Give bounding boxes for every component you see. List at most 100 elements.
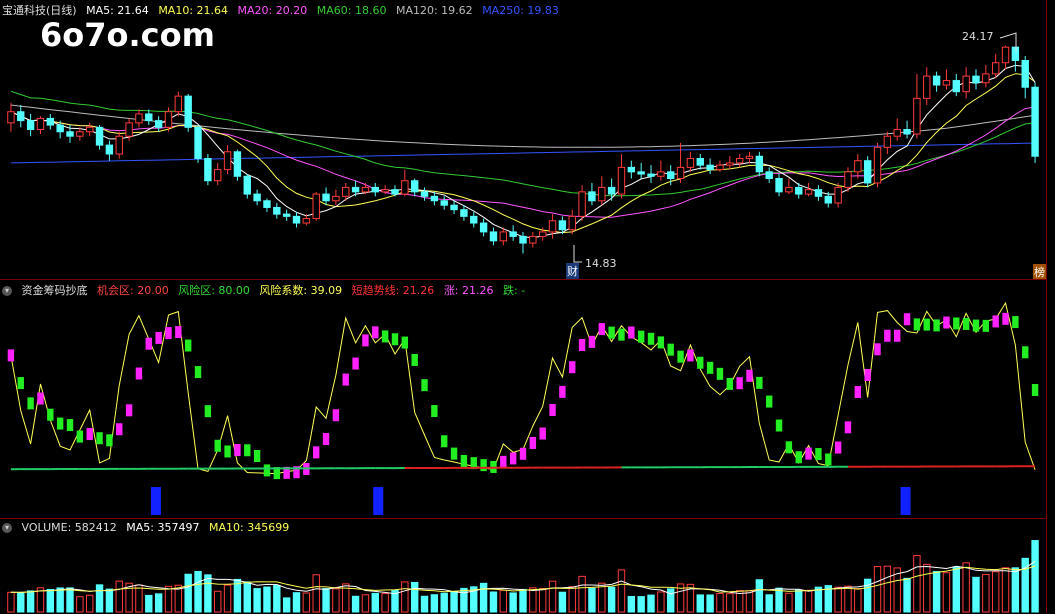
candle-body: [766, 172, 772, 179]
collapse-icon[interactable]: ▾: [2, 523, 12, 533]
collapse-icon[interactable]: ▾: [2, 286, 12, 296]
rise-block: [736, 377, 742, 389]
fall-block: [707, 362, 713, 374]
volume-bar: [963, 563, 969, 612]
volume-bar: [796, 590, 802, 612]
candle-body: [776, 179, 782, 192]
ma20-label: MA20: 20.20: [238, 4, 308, 17]
candle-body: [648, 174, 654, 176]
fall-block: [411, 354, 417, 366]
fall-block: [776, 420, 782, 432]
indicator-panel[interactable]: ▾ 资金筹码抄底 机会区: 20.00 风险区: 80.00 风险系数: 39.…: [0, 279, 1046, 518]
rise-block: [343, 374, 349, 386]
candle-body: [530, 236, 536, 243]
candle-body: [589, 192, 595, 201]
volume-bar: [914, 556, 920, 612]
rise-block: [323, 433, 329, 445]
fall-block: [96, 432, 102, 444]
volume-bar: [658, 592, 664, 612]
volume-bar: [707, 595, 713, 612]
volume-bar: [8, 592, 14, 612]
fall-block: [451, 448, 457, 460]
volume-bar: [973, 577, 979, 612]
ma60-label: MA60: 18.60: [317, 4, 387, 17]
candle-body: [668, 172, 674, 179]
volume-bar: [185, 574, 191, 612]
volume-bar: [786, 593, 792, 612]
volume-bar: [746, 591, 752, 612]
candle-body: [87, 127, 93, 131]
candle-body: [303, 219, 309, 223]
candle-body: [274, 207, 280, 214]
right-scrollbar[interactable]: [1046, 0, 1055, 613]
fall-block: [914, 318, 920, 330]
volume-bar: [215, 591, 221, 612]
fall-block: [205, 405, 211, 417]
volume-bar: [96, 585, 102, 612]
volume-bar: [943, 573, 949, 612]
volume-bar: [648, 595, 654, 612]
trend-label: 短趋势线: 21.26: [352, 284, 435, 297]
candle-body: [1002, 47, 1008, 63]
fall-block: [421, 379, 427, 391]
rank-tag[interactable]: 榜: [1033, 264, 1046, 280]
fall-block: [431, 405, 437, 417]
candle-body: [618, 167, 624, 194]
candle-body: [599, 187, 605, 200]
price-panel[interactable]: 宝通科技(日线) MA5: 21.64 MA10: 21.64 MA20: 20…: [0, 0, 1046, 278]
fall-block: [1012, 316, 1018, 328]
volume-bar: [599, 583, 605, 612]
fall-block: [618, 329, 624, 341]
volume-bar: [146, 595, 152, 612]
volume-header: ▾ VOLUME: 582412 MA5: 357497 MA10: 34569…: [2, 521, 295, 534]
volume-bar: [136, 585, 142, 612]
volume-bar: [559, 592, 565, 612]
rise-block: [845, 421, 851, 433]
candle-body: [805, 190, 811, 194]
volume-bar: [569, 587, 575, 612]
candle-body: [175, 96, 181, 112]
low-arrow: [574, 245, 582, 262]
rise-block: [687, 349, 693, 361]
candle-body: [57, 125, 63, 132]
volume-bar: [530, 588, 536, 612]
candle-body: [372, 187, 378, 191]
bottom-signal-bar: [901, 487, 911, 515]
fall-block: [27, 397, 33, 409]
volume-bar: [756, 580, 762, 612]
candle-body: [116, 136, 122, 154]
finance-tag[interactable]: 财: [566, 263, 579, 279]
candle-body: [697, 158, 703, 165]
fall-block: [244, 444, 250, 456]
candle-body: [549, 221, 555, 232]
candle-body: [205, 158, 211, 180]
volume-bar: [855, 589, 861, 612]
rise-block: [904, 313, 910, 325]
candle-body: [146, 114, 152, 121]
candle-body: [1012, 47, 1018, 60]
volume-panel[interactable]: ▾ VOLUME: 582412 MA5: 357497 MA10: 34569…: [0, 518, 1046, 614]
fall-block: [18, 377, 24, 389]
candle-body: [727, 163, 733, 165]
fall-block: [195, 366, 201, 378]
rise-block: [234, 444, 240, 456]
rise-block: [1002, 313, 1008, 325]
volume-bar: [874, 567, 880, 612]
risk-label: 风险区: 80.00: [178, 284, 250, 297]
rise-block: [599, 323, 605, 335]
candle-body: [924, 76, 930, 98]
ma20-line: [11, 107, 1035, 217]
candle-body: [904, 130, 910, 134]
rise-block: [530, 437, 536, 449]
rise-block: [569, 361, 575, 373]
rise-block: [589, 336, 595, 348]
fall-block: [953, 317, 959, 329]
fall-block: [717, 368, 723, 380]
indicator-chart[interactable]: [0, 280, 1046, 518]
rise-block: [943, 317, 949, 329]
candle-body: [539, 232, 545, 236]
candle-body: [786, 187, 792, 191]
rise-block: [500, 456, 506, 468]
ma250-line: [11, 143, 1035, 163]
candle-body: [845, 172, 851, 188]
